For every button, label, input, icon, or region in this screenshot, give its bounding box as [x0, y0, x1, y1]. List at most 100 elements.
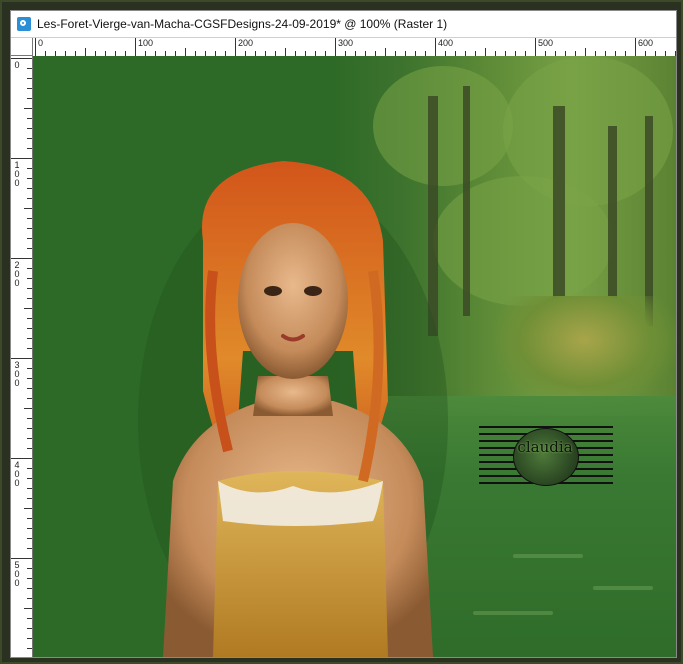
ruler-tick: [27, 618, 32, 619]
horizontal-ruler[interactable]: 0 100 200 300 400 500 600: [33, 38, 676, 57]
tree-trunk: [463, 86, 470, 316]
water-reflection: [473, 611, 553, 615]
ruler-tick: [27, 368, 32, 369]
ruler-tick: [27, 278, 32, 279]
ruler-tick: [11, 558, 32, 559]
ruler-label: 500: [538, 38, 554, 48]
ruler-tick: [27, 88, 32, 89]
ruler-label: 500: [14, 560, 20, 588]
ruler-tick: [24, 608, 32, 609]
ruler-tick: [27, 448, 32, 449]
ruler-tick: [27, 78, 32, 79]
woman-figure: [138, 161, 448, 657]
ruler-tick: [335, 38, 336, 56]
water-reflection: [593, 586, 653, 590]
ruler-tick: [27, 318, 32, 319]
ruler-label: 100: [14, 160, 20, 188]
ruler-tick: [27, 218, 32, 219]
ruler-label: 100: [138, 38, 154, 48]
ruler-tick: [27, 628, 32, 629]
ruler-tick: [35, 38, 36, 56]
ruler-tick: [11, 258, 32, 259]
ruler-tick: [635, 38, 636, 56]
image-window[interactable]: Les-Foret-Vierge-van-Macha-CGSFDesigns-2…: [10, 10, 677, 658]
ruler-tick: [85, 48, 86, 56]
ruler-tick: [24, 308, 32, 309]
ruler-tick: [27, 98, 32, 99]
ruler-tick: [27, 468, 32, 469]
tree-trunk: [645, 116, 653, 326]
ruler-tick: [27, 228, 32, 229]
ruler-tick: [285, 48, 286, 56]
ruler-tick: [27, 378, 32, 379]
ruler-tick: [27, 648, 32, 649]
ruler-label: 400: [438, 38, 454, 48]
ruler-label: 300: [14, 360, 20, 388]
ruler-tick: [27, 528, 32, 529]
ruler-tick: [27, 68, 32, 69]
image-canvas[interactable]: claudia: [33, 56, 676, 657]
ruler-label: 600: [638, 38, 654, 48]
ruler-label: 200: [238, 38, 254, 48]
ruler-tick: [27, 338, 32, 339]
ruler-tick: [11, 458, 32, 459]
ferns: [493, 296, 676, 406]
ruler-tick: [11, 58, 32, 59]
water-reflection: [513, 554, 583, 558]
ruler-tick: [27, 418, 32, 419]
ruler-label: 0: [38, 38, 44, 48]
ruler-tick: [385, 48, 386, 56]
ruler-tick: [27, 638, 32, 639]
ruler-tick: [27, 568, 32, 569]
ruler-tick: [27, 398, 32, 399]
watermark-text: claudia: [517, 438, 573, 456]
ruler-tick: [27, 438, 32, 439]
ruler-label: 200: [14, 260, 20, 288]
ruler-corner: [11, 38, 33, 56]
ruler-tick: [27, 478, 32, 479]
ruler-tick: [27, 388, 32, 389]
claudia-watermark: claudia: [479, 424, 613, 488]
ruler-tick: [27, 168, 32, 169]
ruler-tick: [27, 248, 32, 249]
ruler-tick: [27, 588, 32, 589]
ruler-tick: [24, 508, 32, 509]
ruler-tick: [27, 188, 32, 189]
ruler-tick: [27, 198, 32, 199]
vertical-ruler[interactable]: 0 100 200 300 400 500: [11, 56, 33, 657]
ruler-tick: [27, 268, 32, 269]
window-titlebar[interactable]: Les-Foret-Vierge-van-Macha-CGSFDesigns-2…: [11, 11, 676, 38]
ruler-tick: [485, 48, 486, 56]
ruler-tick: [27, 488, 32, 489]
ruler-tick: [27, 178, 32, 179]
ruler-label: 0: [14, 60, 20, 70]
ruler-tick: [27, 328, 32, 329]
ruler-label: 400: [14, 460, 20, 488]
ruler-tick: [135, 38, 136, 56]
watermark-circle: [513, 428, 579, 486]
ruler-tick: [535, 38, 536, 56]
ruler-tick: [27, 298, 32, 299]
ruler-tick: [27, 538, 32, 539]
ruler-tick: [27, 138, 32, 139]
outer-frame: Les-Foret-Vierge-van-Macha-CGSFDesigns-2…: [0, 0, 683, 664]
ruler-tick: [11, 358, 32, 359]
ruler-tick: [235, 38, 236, 56]
ruler-tick: [27, 428, 32, 429]
ruler-tick: [24, 208, 32, 209]
ruler-tick: [27, 238, 32, 239]
ruler-tick: [24, 408, 32, 409]
ruler-tick: [585, 48, 586, 56]
ruler-tick: [27, 348, 32, 349]
window-title: Les-Foret-Vierge-van-Macha-CGSFDesigns-2…: [37, 17, 448, 31]
ruler-tick: [27, 518, 32, 519]
ruler-tick: [27, 118, 32, 119]
ruler-tick: [11, 158, 32, 159]
ruler-tick: [185, 48, 186, 56]
ruler-tick: [27, 128, 32, 129]
ruler-tick: [27, 288, 32, 289]
ruler-tick: [24, 108, 32, 109]
image-document-icon: [17, 17, 31, 31]
ruler-tick: [27, 498, 32, 499]
ruler-tick: [435, 38, 436, 56]
